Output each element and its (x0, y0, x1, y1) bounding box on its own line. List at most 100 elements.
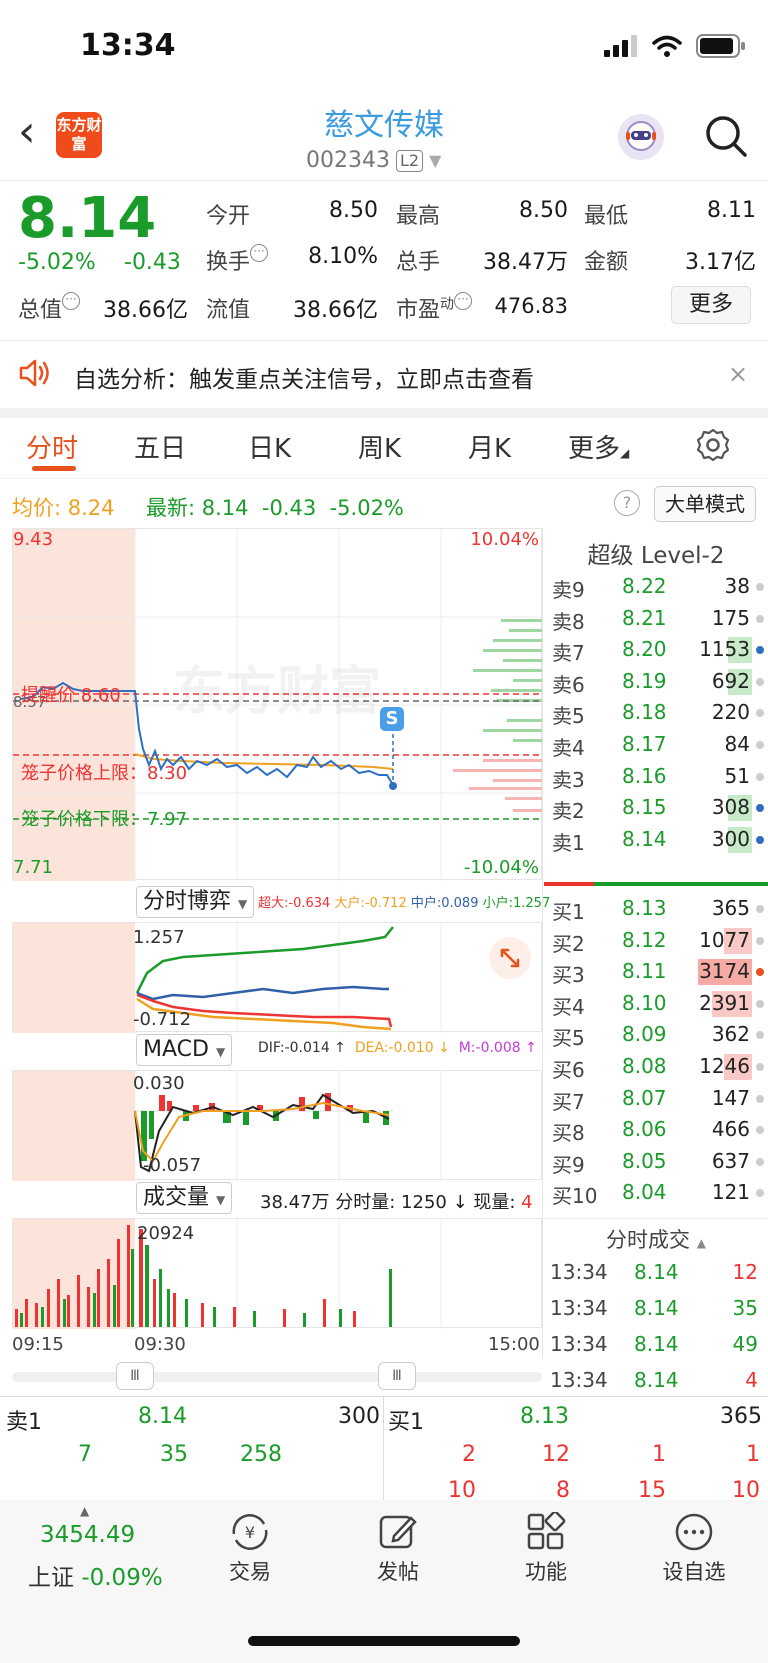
divider (0, 408, 768, 418)
ask-row[interactable]: 卖7 8.20 1153 (548, 633, 768, 667)
sell1-volume: 300 (338, 1404, 380, 1429)
intraday-chart[interactable]: 东方财富 9.43 10.04% 7.71 -10.04% 8.57 提醒价 8… (12, 528, 543, 881)
buy-queue-item: 10 (448, 1478, 476, 1500)
order-book-title[interactable]: 超级 Level-2 (544, 536, 768, 570)
help-icon[interactable]: ? (614, 490, 640, 516)
range-slider-handle-left[interactable]: Ⅲ (116, 1362, 154, 1390)
trade-price: 8.14 (634, 1260, 679, 1284)
level-price: 8.15 (622, 795, 667, 820)
bid-row[interactable]: 买7 8.07 147 (548, 1082, 768, 1116)
buy-queue-item: 2 (462, 1442, 476, 1467)
indicator-selector-volume[interactable]: 成交量 ▼ (136, 1182, 233, 1214)
level-price: 8.04 (622, 1180, 667, 1205)
post-icon[interactable] (378, 1512, 418, 1556)
buy-queue-item: 10 (732, 1478, 760, 1500)
ask-row[interactable]: 卖9 8.22 38 (548, 570, 768, 604)
ask-row[interactable]: 卖5 8.18 220 (548, 696, 768, 730)
order-dot (756, 646, 764, 655)
ask-row[interactable]: 卖6 8.19 692 (548, 665, 768, 699)
macd-chart[interactable]: 0.030 -0.057 (12, 1070, 542, 1181)
expand-icon[interactable] (489, 937, 531, 979)
function-icon[interactable] (526, 1510, 566, 1556)
nav-post[interactable]: 发帖 (338, 1556, 458, 1586)
indicator-selector-macd[interactable]: MACD ▼ (136, 1034, 233, 1066)
sell-signal-badge[interactable]: S (380, 707, 404, 731)
stock-code-row[interactable]: 002343 L2 ▼ (306, 148, 441, 173)
trade-icon[interactable]: ¥ (228, 1512, 272, 1556)
nav-trade[interactable]: 交易 (190, 1556, 310, 1586)
bid-row[interactable]: 买4 8.10 2391 (548, 987, 768, 1021)
trades-title[interactable]: 分时成交 ▲ (606, 1224, 706, 1254)
tab-intraday[interactable]: 分时 (26, 428, 78, 465)
order-dot (756, 709, 764, 718)
level-label: 卖7 (552, 641, 585, 666)
alert-price-label: 提醒价 8.60 (21, 685, 121, 706)
assistant-robot-icon[interactable] (618, 114, 664, 160)
mktcap-value: 38.66亿 (103, 298, 188, 323)
tab-five-day[interactable]: 五日 (134, 428, 186, 465)
level-price: 8.11 (622, 959, 667, 984)
tab-daily-k[interactable]: 日K (248, 428, 291, 465)
level-label: 买3 (552, 963, 585, 988)
latest-price: 最新: 8.14 -0.43 -5.02% (146, 496, 404, 520)
nav-add-watchlist[interactable]: 设自选 (634, 1556, 754, 1586)
info-icon[interactable]: ··· (62, 292, 81, 310)
gear-icon[interactable] (696, 428, 730, 466)
bid-row[interactable]: 买3 8.11 3174 (548, 955, 768, 989)
level-price: 8.10 (622, 990, 667, 1015)
level-price: 8.05 (622, 1148, 667, 1173)
ask-bid-ratio-bar-red (544, 882, 594, 886)
trade-row: 13:34 8.14 49 (550, 1330, 762, 1366)
order-dot (756, 1094, 764, 1103)
range-slider-handle-right[interactable]: Ⅲ (378, 1362, 416, 1390)
order-dot (756, 677, 764, 686)
banner-text[interactable]: 自选分析：触发重点关注信号，立即点击查看 (74, 360, 534, 394)
ask-row[interactable]: 卖8 8.21 175 (548, 602, 768, 636)
index-row[interactable]: 上证 -0.09% (28, 1558, 163, 1592)
level-label: 买6 (552, 1058, 585, 1082)
battery-icon (696, 34, 745, 58)
volume-chart[interactable]: 20924 (12, 1218, 542, 1329)
info-icon[interactable]: ··· (250, 244, 269, 262)
ask-row[interactable]: 卖2 8.15 308 (548, 791, 768, 825)
close-icon[interactable]: × (728, 360, 748, 388)
level-volume: 51 (724, 763, 750, 788)
big-order-mode-button[interactable]: 大单模式 (654, 486, 756, 522)
game-chart[interactable]: 1.257 -0.712 (12, 922, 542, 1033)
info-icon[interactable]: ··· (454, 292, 473, 310)
bid-row[interactable]: 买10 8.04 121 (548, 1176, 768, 1210)
tab-monthly-k[interactable]: 月K (468, 428, 511, 465)
range-slider-track[interactable] (12, 1372, 542, 1382)
amount-label: 金额 (584, 250, 629, 275)
ask-row[interactable]: 卖3 8.16 51 (548, 760, 768, 794)
indicator-selector-game[interactable]: 分时博弈 ▼ (136, 886, 255, 918)
index-value[interactable]: 3454.49 (40, 1522, 135, 1548)
add-watchlist-icon[interactable] (674, 1512, 714, 1556)
volume-summary: 38.47万 分时量: 1250 ↓ 现量: 4 (260, 1192, 533, 1213)
trade-volume: 4 (745, 1368, 758, 1392)
divider (0, 1396, 768, 1397)
tab-weekly-k[interactable]: 周K (358, 428, 401, 465)
ask-row[interactable]: 卖4 8.17 84 (548, 728, 768, 762)
order-dot (756, 614, 764, 623)
more-button[interactable]: 更多 (671, 286, 751, 324)
time-axis-end: 15:00 (488, 1334, 540, 1355)
bid-row[interactable]: 买5 8.09 362 (548, 1018, 768, 1052)
pe-label: 市盈动 ··· (396, 292, 473, 324)
buy-queue-item: 12 (542, 1442, 570, 1467)
nav-function[interactable]: 功能 (486, 1556, 606, 1586)
bid-row[interactable]: 买6 8.08 1246 (548, 1050, 768, 1084)
avg-price: 均价: 8.24 (12, 496, 115, 520)
bid-row[interactable]: 买2 8.12 1077 (548, 924, 768, 958)
macd-y-max: 0.030 (133, 1073, 185, 1094)
trade-time: 13:34 (550, 1368, 608, 1392)
bid-row[interactable]: 买9 8.05 637 (548, 1145, 768, 1179)
search-icon[interactable] (704, 114, 748, 162)
order-dot (756, 1031, 764, 1040)
tab-more[interactable]: 更多◢ (568, 428, 629, 465)
bid-row[interactable]: 买1 8.13 365 (548, 892, 768, 926)
ask-row[interactable]: 卖1 8.14 300 (548, 823, 768, 857)
volume-label: 总手 (396, 250, 441, 275)
level-volume: 466 (711, 1117, 750, 1142)
bid-row[interactable]: 买8 8.06 466 (548, 1113, 768, 1147)
